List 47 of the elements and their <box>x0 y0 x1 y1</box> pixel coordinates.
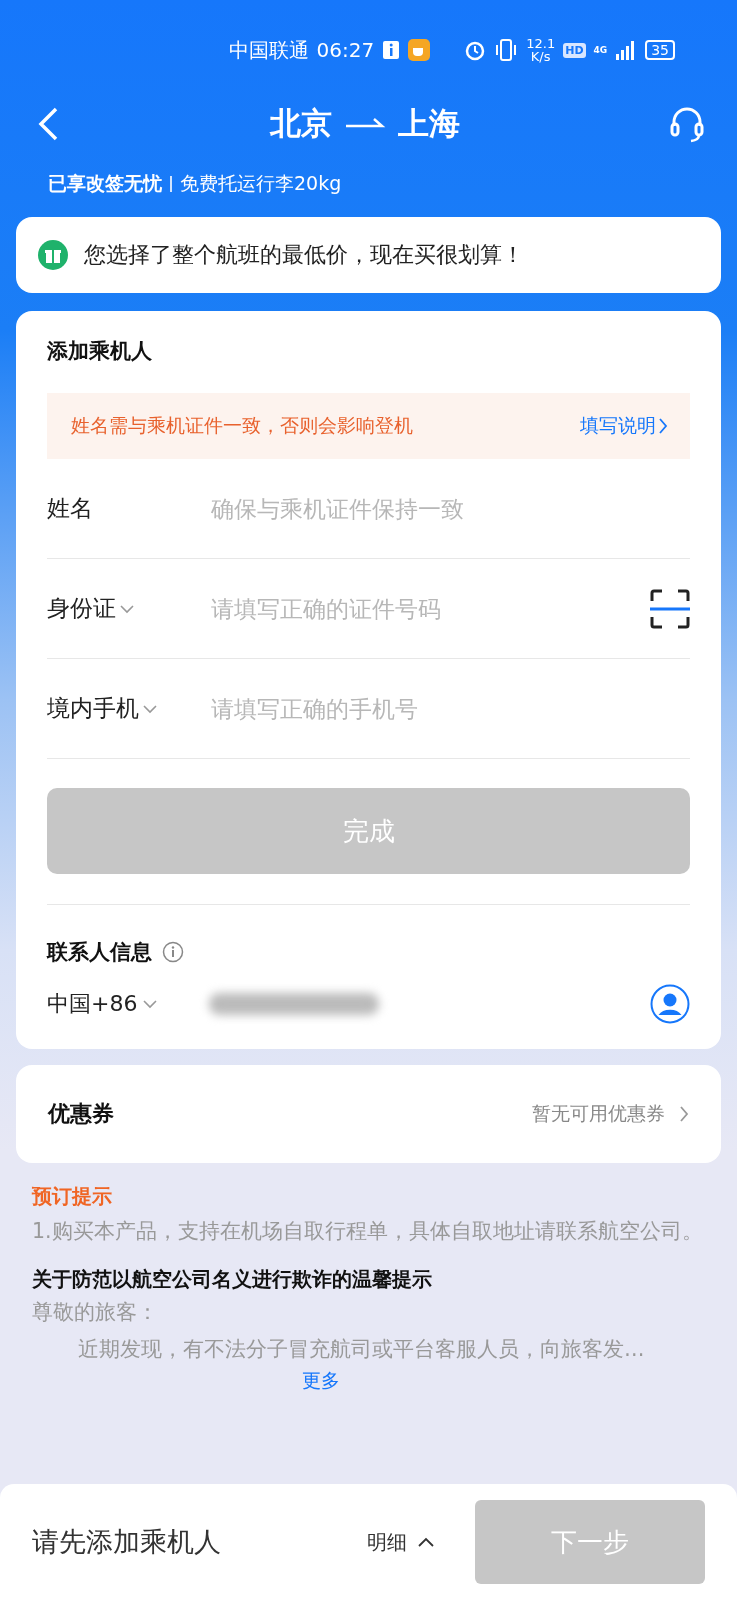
fill-guide-link[interactable]: 填写说明 <box>580 413 668 439</box>
coupon-selector[interactable]: 暂无可用优惠券 <box>532 1101 689 1127</box>
tips-title: 预订提示 <box>32 1183 113 1210</box>
network-type: 4G <box>593 45 608 55</box>
chevron-down-icon <box>143 703 157 714</box>
coupon-label: 优惠券 <box>48 1100 114 1128</box>
input-field[interactable]: 请填写正确的证件号码 <box>209 594 650 623</box>
section-title: 添加乘机人 <box>47 338 153 365</box>
warning-title: 关于防范以航空公司名义进行欺诈的温馨提示 <box>32 1266 433 1293</box>
section-title: 联系人信息 <box>47 939 152 966</box>
chevron-right-icon <box>658 417 668 435</box>
chevron-down-icon <box>143 999 158 1009</box>
network-speed: 12.1 <box>526 37 556 50</box>
chevron-up-icon <box>417 1536 435 1548</box>
battery-level: 35 <box>645 40 675 60</box>
info-icon[interactable] <box>162 941 184 963</box>
passenger-hint: 请先添加乘机人 <box>32 1525 222 1559</box>
gift-icon <box>38 240 68 270</box>
more-link[interactable]: 更多 <box>302 1368 340 1392</box>
input-field[interactable]: 请填写正确的手机号 <box>209 694 690 723</box>
notice-text: 姓名需与乘机证件一致，否则会影响登机 <box>71 413 413 438</box>
country-code-dropdown[interactable]: 中国+86 <box>47 989 209 1019</box>
alarm-icon <box>464 39 487 61</box>
promo-message: 您选择了整个航班的最低价，现在买很划算！ <box>84 241 524 269</box>
carrier-name: 中国联通 <box>228 36 309 64</box>
field-type-dropdown[interactable]: 身份证 <box>47 593 209 624</box>
vibrate-icon <box>494 38 519 62</box>
field-label: 姓名 <box>47 494 94 523</box>
warning-text: 近期发现，有不法分子冒充航司或平台客服人员，向旅客发… <box>77 1336 646 1363</box>
chevron-down-icon <box>120 603 134 614</box>
field-type-dropdown[interactable]: 境内手机 <box>47 693 209 724</box>
details-toggle[interactable]: 明细 <box>367 1528 435 1556</box>
tips-text: 1.购买本产品，支持在机场自取行程单，具体自取地址请联系航空公司。 <box>32 1218 704 1245</box>
scan-icon[interactable] <box>650 588 690 629</box>
cup-icon <box>408 39 431 61</box>
input-field[interactable]: 确保与乘机证件保持一致 <box>209 494 690 523</box>
destination-city: 上海 <box>397 104 460 143</box>
contact-person-icon[interactable] <box>650 984 690 1024</box>
info-icon <box>382 40 401 60</box>
hd-badge: HD <box>563 42 586 58</box>
perk-text: 免费托运行李20kg <box>180 171 342 196</box>
greeting-text: 尊敬的旅客： <box>32 1299 159 1326</box>
speed-unit: K/s <box>530 50 551 63</box>
chevron-right-icon <box>679 1105 689 1123</box>
clock-time: 06:27 <box>316 38 375 62</box>
origin-city: 北京 <box>269 104 332 143</box>
perk-label: 已享改签无忧 <box>48 171 162 196</box>
